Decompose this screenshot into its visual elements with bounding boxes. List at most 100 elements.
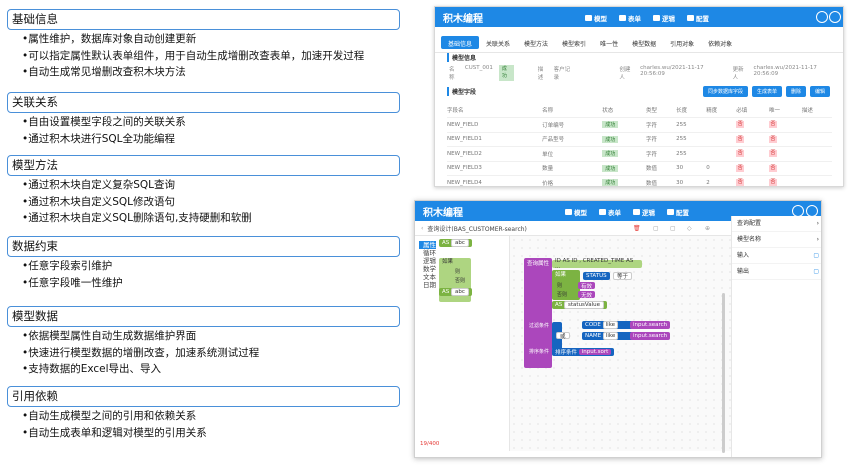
scrollbar[interactable] [722, 293, 725, 453]
sync-db-button[interactable]: 同步数据库字段 [703, 86, 749, 97]
table-cell [706, 132, 737, 147]
category-item[interactable]: 循环 [419, 249, 436, 257]
nav-model[interactable]: 模型 [585, 13, 607, 23]
section-title: 基础信息 [7, 9, 400, 30]
user-icon[interactable] [829, 11, 841, 23]
cell-text: 价格 [542, 180, 554, 187]
bullet-item: •通过积木块进行SQL全功能编程 [22, 132, 175, 145]
category-item[interactable]: 逻辑 [419, 257, 436, 265]
form-icon [599, 209, 606, 215]
table-row[interactable]: NEW_FIELD1 产品型号 成功 字符 255 否 否 [447, 132, 832, 147]
table-cell: NEW_FIELD2 [447, 146, 543, 162]
unique-cell: 否 [769, 146, 802, 162]
no-badge: 否 [769, 135, 778, 143]
back-icon[interactable]: ‹ [421, 225, 423, 232]
nav-config[interactable]: 配置 [667, 207, 689, 217]
table-cell: 字符 [646, 146, 677, 162]
delete-icon[interactable]: 🗑 [633, 225, 641, 232]
gen-form-button[interactable]: 生成表单 [752, 86, 783, 97]
section-title: 模型方法 [7, 155, 400, 176]
else-label: 否则 [557, 292, 568, 298]
unique-cell: 否 [769, 175, 802, 186]
tab-data[interactable]: 模型数据 [625, 36, 663, 49]
copy-icon[interactable]: ▢ [670, 225, 676, 232]
block-categories: 属性 循环 逻辑 数学 文本 日期 [419, 241, 436, 289]
bullet-item: •通过积木块自定义SQL删除语句,支持硬删和软删 [22, 212, 252, 224]
as-status-block[interactable]: AS statusValue [552, 301, 608, 309]
bullet-item: •任意字段索引维护 [22, 260, 113, 272]
nav-logic[interactable]: 逻辑 [633, 207, 655, 217]
info-key: 创建人 [619, 67, 631, 81]
category-item[interactable]: 文本 [419, 273, 436, 281]
save-icon[interactable]: ▢ [653, 225, 659, 232]
table-cell: NEW_FIELD4 [447, 175, 543, 186]
category-item[interactable]: 日期 [419, 281, 436, 289]
table-row[interactable]: NEW_FIELD4 价格 成功 数值 30 2 否 否 [447, 175, 832, 187]
cell-text: NEW_FIELD3 [447, 165, 482, 172]
tab-unique[interactable]: 唯一性 [593, 36, 625, 49]
nav-model[interactable]: 模型 [565, 207, 587, 217]
nav-form[interactable]: 表单 [599, 207, 621, 217]
table-cell: 字符 [646, 117, 677, 133]
table-row[interactable]: NEW_FIELD 订单编号 成功 字符 255 否 否 [447, 117, 832, 133]
info-value: CUST_001 [464, 65, 493, 71]
table-cell: 成功 [602, 161, 647, 176]
panel-model-name[interactable]: 模型名称 › [732, 232, 821, 248]
property-panel: 查询配置 › 模型名称 › 输入 ▢ 输出 ▢ [731, 216, 821, 457]
status-field[interactable]: STATUS [583, 272, 610, 280]
status-badge: 成功 [602, 135, 619, 143]
valid-value[interactable]: 有效 [578, 282, 596, 290]
bullet-item: •自由设置模型字段之间的关联关系 [22, 116, 186, 128]
query-fields[interactable]: ID AS ID , CREATED_TIME AS ... [552, 258, 642, 270]
tab-references[interactable]: 引用对象 [663, 36, 701, 49]
zoom-icon[interactable]: ⊕ [705, 225, 710, 232]
table-row[interactable]: NEW_FIELD3 数量 成功 数值 30 0 否 否 [447, 161, 832, 176]
model-icon [585, 15, 592, 21]
bullet-item: •自动生成表单和逻辑对模型的引用关系 [22, 426, 207, 439]
nav-config[interactable]: 配置 [687, 13, 709, 23]
category-item[interactable]: 属性 [419, 241, 436, 249]
delete-button[interactable]: 删除 [786, 86, 807, 97]
and-operator[interactable]: 或 [556, 332, 570, 340]
input-search[interactable]: input.search [630, 321, 671, 329]
category-item[interactable]: 数学 [419, 265, 436, 273]
tab-dependencies[interactable]: 依赖对象 [701, 36, 739, 49]
status-badge: 成功 [602, 121, 619, 129]
section-items: •自动生成模型之间的引用和依赖关系 •自动生成表单和逻辑对模型的引用关系 [22, 408, 207, 441]
eq-operator[interactable]: 等于 [613, 272, 633, 280]
section-items: •自由设置模型字段之间的关联关系 •通过积木块进行SQL全功能编程 [22, 114, 186, 147]
as-block[interactable]: AS abc [439, 239, 472, 247]
tab-methods[interactable]: 模型方法 [517, 36, 555, 49]
code-icon[interactable]: ◇ [687, 225, 692, 232]
as-abc-block[interactable]: AS abc [439, 288, 472, 296]
column-header: 唯一 [769, 103, 802, 118]
panel-query-config[interactable]: 查询配置 › [732, 216, 821, 232]
cell-text: 255 [676, 121, 687, 128]
panel-output[interactable]: 输出 ▢ [732, 264, 821, 280]
input-search[interactable]: input.search [630, 332, 671, 340]
table-cell: NEW_FIELD3 [447, 161, 543, 176]
tab-relations[interactable]: 关联关系 [479, 36, 517, 49]
sort-block[interactable]: 排序条件 input.sort [552, 348, 615, 356]
bullet-item: •快速进行模型数据的增删改查，加速系统测试过程 [22, 346, 260, 359]
table-cell: 30 [676, 161, 707, 176]
status-badge: 成功 [602, 164, 619, 172]
table-cell: 255 [676, 117, 707, 133]
table-cell: 255 [676, 146, 707, 162]
table-row[interactable]: NEW_FIELD2 单位 成功 字符 255 否 否 [447, 146, 832, 162]
nav-logic[interactable]: 逻辑 [653, 13, 675, 23]
nav-form[interactable]: 表单 [619, 13, 641, 23]
settings-icon[interactable] [816, 11, 828, 23]
blockly-workspace[interactable]: AS abc 如果 则 否则 AS abc 查询属性 ID AS ID , CR… [439, 236, 731, 451]
table-cell [706, 117, 737, 133]
panel-input[interactable]: 输入 ▢ [732, 248, 821, 264]
form-icon [619, 15, 626, 21]
table-cell: NEW_FIELD [447, 117, 543, 133]
table-cell: 30 [676, 175, 707, 186]
tab-basic-info[interactable]: 基础信息 [441, 36, 480, 49]
section-title: 模型数据 [7, 306, 400, 327]
invalid-value[interactable]: 无效 [578, 291, 596, 299]
info-key: 更新人 [732, 67, 744, 81]
tab-indexes[interactable]: 模型索引 [555, 36, 593, 49]
edit-button[interactable]: 编辑 [810, 86, 831, 97]
